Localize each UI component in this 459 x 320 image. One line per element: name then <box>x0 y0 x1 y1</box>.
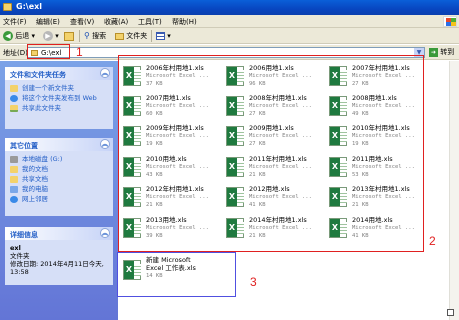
menu-favorites[interactable]: 收藏(A) <box>104 17 128 27</box>
search-label: 搜索 <box>92 32 107 40</box>
place-label: 我的文档 <box>22 165 48 173</box>
menu-file[interactable]: 文件(F) <box>3 17 27 27</box>
annotation-number-3: 3 <box>250 275 257 289</box>
annotation-number-2: 2 <box>429 234 436 248</box>
new-folder-icon <box>10 85 18 92</box>
collapse-icon[interactable]: ︽ <box>100 68 110 78</box>
task-label: 创建一个新文件夹 <box>22 84 74 92</box>
address-label: 地址(D) <box>3 49 28 57</box>
details-modified-row: 修改日期: 2014年4月11日今天, 13:58 <box>10 260 108 276</box>
window-title: G:\exl <box>16 2 43 11</box>
place-shared-documents[interactable]: 共享文档 <box>10 175 108 183</box>
up-folder-icon <box>64 31 74 41</box>
other-places-header[interactable]: 其它位置 ︽ <box>5 138 113 151</box>
folder-icon <box>3 3 12 11</box>
annotation-number-1: 1 <box>76 45 83 59</box>
chevron-down-icon: ▾ <box>167 32 171 40</box>
task-new-folder[interactable]: 创建一个新文件夹 <box>10 84 108 92</box>
shared-documents-icon <box>10 176 18 183</box>
annotation-box-3 <box>117 252 236 297</box>
views-button[interactable]: ▾ <box>156 30 171 42</box>
folders-label: 文件夹 <box>126 32 148 40</box>
other-places-panel: 其它位置 ︽ 本地磁盘 (G:) 我的文档 共享文档 我的电脑 网上邻居 <box>5 138 113 216</box>
file-tasks-title: 文件和文件夹任务 <box>10 71 66 79</box>
views-icon <box>156 32 165 40</box>
place-my-documents[interactable]: 我的文档 <box>10 165 108 173</box>
resize-grip-icon <box>447 309 454 316</box>
file-tasks-panel: 文件和文件夹任务 ︽ 创建一个新文件夹 将这个文件夹发布到 Web 共享此文件夹 <box>5 67 113 129</box>
go-arrow-icon: ➜ <box>429 47 438 57</box>
place-network[interactable]: 网上邻居 <box>10 195 108 203</box>
collapse-icon[interactable]: ︽ <box>100 228 110 238</box>
file-tasks-header[interactable]: 文件和文件夹任务 ︽ <box>5 67 113 80</box>
task-label: 将这个文件夹发布到 Web <box>22 94 97 102</box>
annotation-box-2 <box>118 55 424 252</box>
menu-help[interactable]: 帮助(H) <box>172 17 197 27</box>
search-icon: ⚲ <box>84 31 90 40</box>
other-places-title: 其它位置 <box>10 142 38 150</box>
menu-view[interactable]: 查看(V) <box>70 17 94 27</box>
place-label: 本地磁盘 (G:) <box>22 155 63 163</box>
details-header[interactable]: 详细信息 ︽ <box>5 227 113 240</box>
globe-icon <box>10 95 18 102</box>
menu-bar: 文件(F) 编辑(E) 查看(V) 收藏(A) 工具(T) 帮助(H) <box>0 15 459 28</box>
back-arrow-icon: ◀ <box>3 31 13 41</box>
up-folder-button[interactable] <box>64 30 74 42</box>
chevron-down-icon: ▾ <box>55 32 59 40</box>
menu-edit[interactable]: 编辑(E) <box>36 17 60 27</box>
menu-tools[interactable]: 工具(T) <box>138 17 162 27</box>
place-my-computer[interactable]: 我的电脑 <box>10 185 108 193</box>
details-name: exl <box>10 244 21 252</box>
documents-icon <box>10 166 18 173</box>
details-modified-label: 修改日期: <box>10 260 39 268</box>
details-type: 文件夹 <box>10 252 30 260</box>
place-label: 网上邻居 <box>22 195 48 203</box>
windows-logo-icon <box>443 16 457 27</box>
network-icon <box>10 196 18 203</box>
disk-icon <box>10 156 18 163</box>
back-button[interactable]: ◀ 后退 ▾ <box>3 30 35 42</box>
details-title: 详细信息 <box>10 231 38 239</box>
place-label: 共享文档 <box>22 175 48 183</box>
toolbar-separator <box>151 30 152 42</box>
search-button[interactable]: ⚲ 搜索 <box>84 30 106 42</box>
title-bar: G:\exl <box>0 0 459 15</box>
task-publish-web[interactable]: 将这个文件夹发布到 Web <box>10 94 108 102</box>
go-button[interactable]: ➜ 转到 <box>429 47 457 58</box>
folders-icon <box>115 32 124 40</box>
task-label: 共享此文件夹 <box>22 104 61 112</box>
collapse-icon[interactable]: ︽ <box>100 139 110 149</box>
details-panel: 详细信息 ︽ exl 文件夹 修改日期: 2014年4月11日今天, 13:58 <box>5 227 113 285</box>
chevron-down-icon: ▾ <box>31 32 35 40</box>
place-local-disk[interactable]: 本地磁盘 (G:) <box>10 155 108 163</box>
task-pane: 文件和文件夹任务 ︽ 创建一个新文件夹 将这个文件夹发布到 Web 共享此文件夹… <box>0 61 118 320</box>
annotation-box-1 <box>27 44 70 59</box>
toolbar-separator <box>79 30 80 42</box>
place-label: 我的电脑 <box>22 185 48 193</box>
vertical-scrollbar[interactable] <box>449 61 459 320</box>
back-label: 后退 <box>15 32 30 40</box>
folders-button[interactable]: 文件夹 <box>115 30 147 42</box>
forward-button[interactable]: ▶ ▾ <box>43 30 59 42</box>
task-share-folder[interactable]: 共享此文件夹 <box>10 104 108 112</box>
forward-arrow-icon: ▶ <box>43 31 53 41</box>
share-folder-icon <box>10 105 18 112</box>
go-label: 转到 <box>440 48 455 56</box>
computer-icon <box>10 186 18 193</box>
toolbar: ◀ 后退 ▾ ▶ ▾ ⚲ 搜索 文件夹 ▾ <box>0 28 459 44</box>
